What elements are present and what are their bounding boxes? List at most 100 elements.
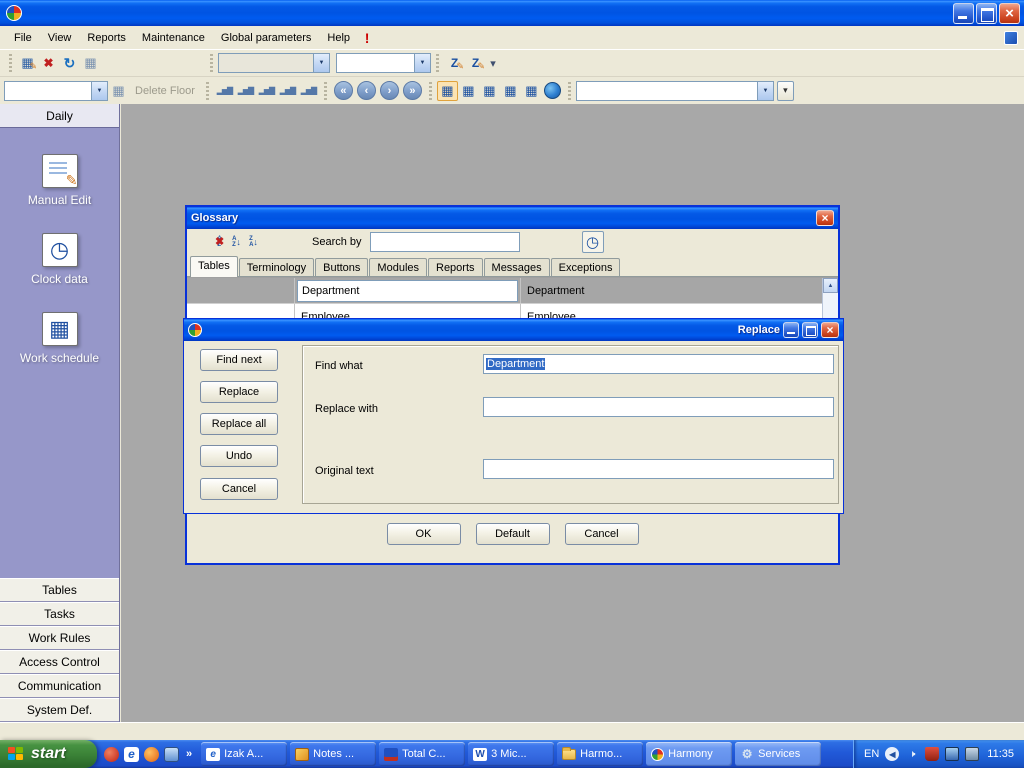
- display-icon[interactable]: [945, 747, 959, 761]
- volume-icon[interactable]: 🕨: [905, 747, 919, 761]
- clock-icon[interactable]: [582, 231, 604, 253]
- sidebar-section-system-def[interactable]: System Def.: [0, 698, 119, 722]
- find-next-button[interactable]: Find next: [200, 349, 278, 371]
- edit-grid-icon[interactable]: [17, 53, 38, 73]
- toolbar-dropdown-button[interactable]: [777, 81, 794, 101]
- sidebar-section-access-control[interactable]: Access Control: [0, 650, 119, 674]
- chart-view-icon-4[interactable]: [277, 81, 298, 101]
- language-indicator[interactable]: EN: [864, 748, 879, 760]
- replace-cancel-button[interactable]: Cancel: [200, 478, 278, 500]
- taskbar-task-notes[interactable]: Notes ...: [290, 742, 376, 766]
- calendar-day-icon[interactable]: [437, 81, 458, 101]
- toolbar-grip[interactable]: [324, 82, 327, 100]
- replace-all-button[interactable]: Replace all: [200, 413, 278, 435]
- default-button[interactable]: Default: [476, 523, 550, 545]
- replace-close-button[interactable]: [821, 322, 839, 338]
- edit-terminology-icon[interactable]: [444, 53, 465, 73]
- taskbar-task-word-group[interactable]: W 3 Mic...: [468, 742, 554, 766]
- first-record-icon[interactable]: «: [334, 81, 353, 100]
- table-icon[interactable]: [80, 53, 101, 73]
- export-excel-icon[interactable]: [38, 53, 59, 73]
- tab-tables[interactable]: Tables: [190, 256, 238, 277]
- tab-messages[interactable]: Messages: [484, 258, 550, 276]
- sort-descending-icon[interactable]: [245, 233, 262, 251]
- chart-view-icon-2[interactable]: [235, 81, 256, 101]
- media-app-icon[interactable]: [104, 747, 119, 762]
- toolbar-combobox-2[interactable]: [336, 53, 431, 73]
- sidebar-section-tables[interactable]: Tables: [0, 578, 119, 602]
- antivirus-icon[interactable]: [925, 747, 939, 761]
- sidebar-header-daily[interactable]: Daily: [0, 104, 119, 128]
- refresh-icon[interactable]: [59, 53, 80, 73]
- alert-icon[interactable]: [358, 30, 376, 46]
- calendar-month-icon[interactable]: [479, 81, 500, 101]
- toolbar-grip[interactable]: [436, 54, 439, 72]
- replace-with-input[interactable]: [483, 397, 834, 417]
- taskbar-task-total-commander[interactable]: Total C...: [379, 742, 465, 766]
- ok-button[interactable]: OK: [387, 523, 461, 545]
- internet-explorer-icon[interactable]: e: [124, 747, 139, 762]
- taskbar-task-harmony[interactable]: Harmony: [646, 742, 732, 766]
- table-row[interactable]: Department Department: [187, 278, 838, 304]
- network-icon[interactable]: [965, 747, 979, 761]
- calendar-period-icon[interactable]: [500, 81, 521, 101]
- tab-buttons[interactable]: Buttons: [315, 258, 368, 276]
- sidebar-item-work-schedule[interactable]: Work schedule: [0, 312, 119, 365]
- glossary-close-button[interactable]: [816, 210, 834, 226]
- chevron-down-icon[interactable]: [757, 82, 773, 100]
- schedule-combobox[interactable]: [576, 81, 774, 101]
- mdi-child-icon[interactable]: [1004, 31, 1018, 45]
- tab-terminology[interactable]: Terminology: [239, 258, 314, 276]
- browser-icon[interactable]: [144, 747, 159, 762]
- quick-launch-overflow-icon[interactable]: »: [184, 748, 194, 760]
- term-cell[interactable]: Department: [295, 278, 521, 303]
- replace-minimize-button[interactable]: [783, 322, 799, 338]
- tab-exceptions[interactable]: Exceptions: [551, 258, 621, 276]
- toolbar-grip[interactable]: [210, 54, 213, 72]
- toolbar-overflow-icon[interactable]: [486, 53, 500, 73]
- taskbar-task-services[interactable]: ⚙ Services: [735, 742, 821, 766]
- delete-floor-button[interactable]: Delete Floor: [129, 85, 201, 97]
- previous-record-icon[interactable]: ‹: [357, 81, 376, 100]
- menu-maintenance[interactable]: Maintenance: [134, 29, 213, 47]
- menu-file[interactable]: File: [6, 29, 40, 47]
- taskbar-task-izak[interactable]: e Izak A...: [201, 742, 287, 766]
- toolbar-grip[interactable]: [206, 82, 209, 100]
- sidebar-item-clock-data[interactable]: Clock data: [0, 233, 119, 286]
- minimize-button[interactable]: [953, 3, 974, 24]
- undo-button[interactable]: Undo: [200, 445, 278, 467]
- hide-icons-chevron-icon[interactable]: ◀: [885, 747, 899, 761]
- calendar-week-icon[interactable]: [458, 81, 479, 101]
- sort-remove-icon[interactable]: [211, 233, 228, 251]
- next-record-icon[interactable]: ›: [380, 81, 399, 100]
- toolbar-grip[interactable]: [9, 54, 12, 72]
- term-edit-box[interactable]: Department: [297, 280, 518, 302]
- replace-button[interactable]: Replace: [200, 381, 278, 403]
- menu-global-parameters[interactable]: Global parameters: [213, 29, 320, 47]
- sidebar-section-tasks[interactable]: Tasks: [0, 602, 119, 626]
- chevron-down-icon[interactable]: [91, 82, 107, 100]
- start-button[interactable]: start: [0, 740, 97, 768]
- last-record-icon[interactable]: »: [403, 81, 422, 100]
- translation-cell[interactable]: Department: [521, 278, 838, 303]
- find-what-input[interactable]: Department: [483, 354, 834, 374]
- chevron-down-icon[interactable]: [313, 54, 329, 72]
- toolbar-grip[interactable]: [568, 82, 571, 100]
- edit-translation-icon[interactable]: [465, 53, 486, 73]
- taskbar-task-harmony-folder[interactable]: Harmo...: [557, 742, 643, 766]
- menu-reports[interactable]: Reports: [79, 29, 134, 47]
- tab-modules[interactable]: Modules: [369, 258, 427, 276]
- replace-titlebar[interactable]: Replace: [184, 319, 843, 341]
- chart-view-icon-1[interactable]: [214, 81, 235, 101]
- maximize-button[interactable]: [976, 3, 997, 24]
- row-selector-cell[interactable]: [187, 278, 295, 303]
- sort-ascending-icon[interactable]: [228, 233, 245, 251]
- floor-combobox[interactable]: [4, 81, 108, 101]
- show-desktop-icon[interactable]: [164, 747, 179, 762]
- original-text-input[interactable]: [483, 459, 834, 479]
- sidebar-section-work-rules[interactable]: Work Rules: [0, 626, 119, 650]
- toolbar-grip[interactable]: [429, 82, 432, 100]
- chart-view-icon-3[interactable]: [256, 81, 277, 101]
- sidebar-section-communication[interactable]: Communication: [0, 674, 119, 698]
- floor-grid-icon[interactable]: [108, 81, 129, 101]
